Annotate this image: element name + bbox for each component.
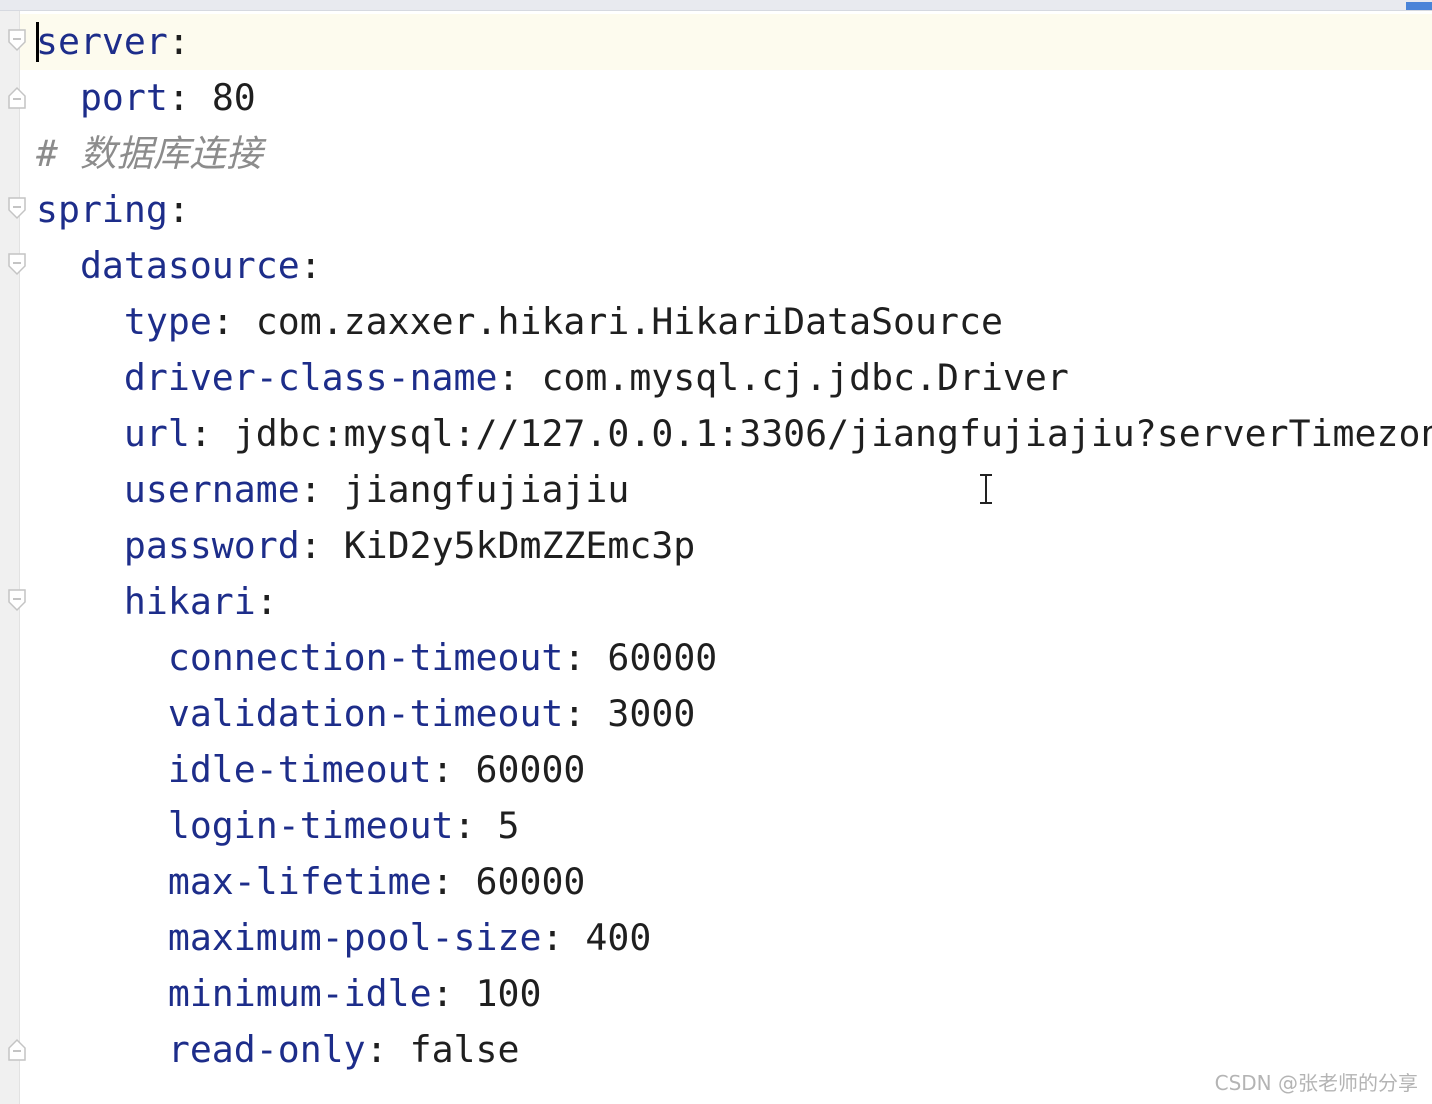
code-line[interactable]: maximum-pool-size: 400 bbox=[36, 910, 1432, 966]
code-line[interactable]: connection-timeout: 60000 bbox=[36, 630, 1432, 686]
code-area[interactable]: server: port: 80 # 数据库连接 spring: datasou… bbox=[36, 14, 1432, 1078]
yaml-value: com.zaxxer.hikari.HikariDataSource bbox=[255, 300, 1003, 343]
yaml-colon: : bbox=[167, 76, 190, 119]
yaml-colon: : bbox=[541, 916, 564, 959]
watermark: CSDN @张老师的分享 bbox=[1214, 1071, 1418, 1095]
code-line[interactable]: login-timeout: 5 bbox=[36, 798, 1432, 854]
scroll-position-marker[interactable] bbox=[1406, 2, 1432, 10]
yaml-key: type bbox=[123, 300, 212, 343]
yaml-key: read-only bbox=[167, 1028, 366, 1071]
code-editor[interactable]: server: port: 80 # 数据库连接 spring: datasou… bbox=[0, 0, 1432, 1104]
yaml-value: 3000 bbox=[607, 692, 696, 735]
yaml-colon: : bbox=[497, 356, 520, 399]
yaml-key: idle-timeout bbox=[167, 748, 432, 791]
yaml-key: s bbox=[36, 20, 58, 63]
text-cursor-icon bbox=[980, 474, 992, 504]
code-line[interactable]: validation-timeout: 3000 bbox=[36, 686, 1432, 742]
yaml-key: username bbox=[123, 468, 300, 511]
yaml-value: 60000 bbox=[475, 748, 586, 791]
yaml-colon: : bbox=[453, 804, 476, 847]
yaml-value: 80 bbox=[211, 76, 256, 119]
yaml-value: 60000 bbox=[475, 860, 586, 903]
yaml-key: validation-timeout bbox=[167, 692, 564, 735]
code-line[interactable]: datasource: bbox=[36, 238, 1432, 294]
yaml-key: password bbox=[123, 524, 300, 567]
yaml-colon: : bbox=[167, 188, 190, 231]
yaml-key: spring bbox=[36, 188, 168, 231]
yaml-colon: : bbox=[299, 244, 322, 287]
yaml-colon: : bbox=[299, 468, 322, 511]
yaml-key: maximum-pool-size bbox=[167, 916, 542, 959]
yaml-colon: : bbox=[255, 580, 278, 623]
yaml-key: datasource bbox=[79, 244, 300, 287]
fold-marker-icon[interactable] bbox=[6, 588, 28, 614]
yaml-key: max-lifetime bbox=[167, 860, 432, 903]
yaml-colon: : bbox=[563, 692, 586, 735]
yaml-colon: : bbox=[167, 20, 190, 63]
code-line[interactable]: type: com.zaxxer.hikari.HikariDataSource bbox=[36, 294, 1432, 350]
yaml-value: jdbc:mysql://127.0.0.1:3306/jiangfujiaji… bbox=[233, 412, 1432, 455]
code-line[interactable]: server: bbox=[36, 14, 1432, 70]
yaml-value: 400 bbox=[585, 916, 652, 959]
editor-top-strip bbox=[0, 0, 1432, 11]
fold-marker-icon[interactable] bbox=[6, 252, 28, 278]
fold-end-marker-icon[interactable] bbox=[6, 1036, 28, 1062]
code-line[interactable]: max-lifetime: 60000 bbox=[36, 854, 1432, 910]
yaml-key: port bbox=[79, 76, 168, 119]
yaml-key: minimum-idle bbox=[167, 972, 432, 1015]
yaml-colon: : bbox=[431, 860, 454, 903]
yaml-key: hikari bbox=[123, 580, 256, 623]
yaml-value: false bbox=[409, 1028, 520, 1071]
fold-marker-icon[interactable] bbox=[6, 28, 28, 54]
yaml-comment: # 数据库连接 bbox=[36, 132, 263, 175]
yaml-colon: : bbox=[299, 524, 322, 567]
code-line[interactable]: url: jdbc:mysql://127.0.0.1:3306/jiangfu… bbox=[36, 406, 1432, 462]
yaml-value: com.mysql.cj.jdbc.Driver bbox=[541, 356, 1069, 399]
yaml-value: jiangfujiajiu bbox=[343, 468, 630, 511]
code-line[interactable]: spring: bbox=[36, 182, 1432, 238]
yaml-value: 60000 bbox=[607, 636, 718, 679]
code-line[interactable]: idle-timeout: 60000 bbox=[36, 742, 1432, 798]
yaml-colon: : bbox=[563, 636, 586, 679]
editor-gutter[interactable] bbox=[0, 11, 20, 1104]
code-line[interactable]: port: 80 bbox=[36, 70, 1432, 126]
code-line[interactable]: minimum-idle: 100 bbox=[36, 966, 1432, 1022]
yaml-value: 5 bbox=[497, 804, 520, 847]
yaml-key: url bbox=[123, 412, 190, 455]
yaml-value: KiD2y5kDmZZEmc3p bbox=[343, 524, 696, 567]
code-line[interactable]: driver-class-name: com.mysql.cj.jdbc.Dri… bbox=[36, 350, 1432, 406]
yaml-colon: : bbox=[211, 300, 234, 343]
fold-end-marker-icon[interactable] bbox=[6, 84, 28, 110]
yaml-key: login-timeout bbox=[167, 804, 454, 847]
yaml-colon: : bbox=[365, 1028, 388, 1071]
code-line[interactable]: password: KiD2y5kDmZZEmc3p bbox=[36, 518, 1432, 574]
yaml-value: 100 bbox=[475, 972, 542, 1015]
yaml-colon: : bbox=[189, 412, 212, 455]
yaml-key: driver-class-name bbox=[123, 356, 498, 399]
yaml-key: erver bbox=[57, 20, 168, 63]
code-line[interactable]: username: jiangfujiajiu bbox=[36, 462, 1432, 518]
fold-marker-icon[interactable] bbox=[6, 196, 28, 222]
yaml-colon: : bbox=[431, 748, 454, 791]
code-line[interactable]: # 数据库连接 bbox=[36, 126, 1432, 182]
code-line[interactable]: hikari: bbox=[36, 574, 1432, 630]
yaml-colon: : bbox=[431, 972, 454, 1015]
yaml-key: connection-timeout bbox=[167, 636, 564, 679]
